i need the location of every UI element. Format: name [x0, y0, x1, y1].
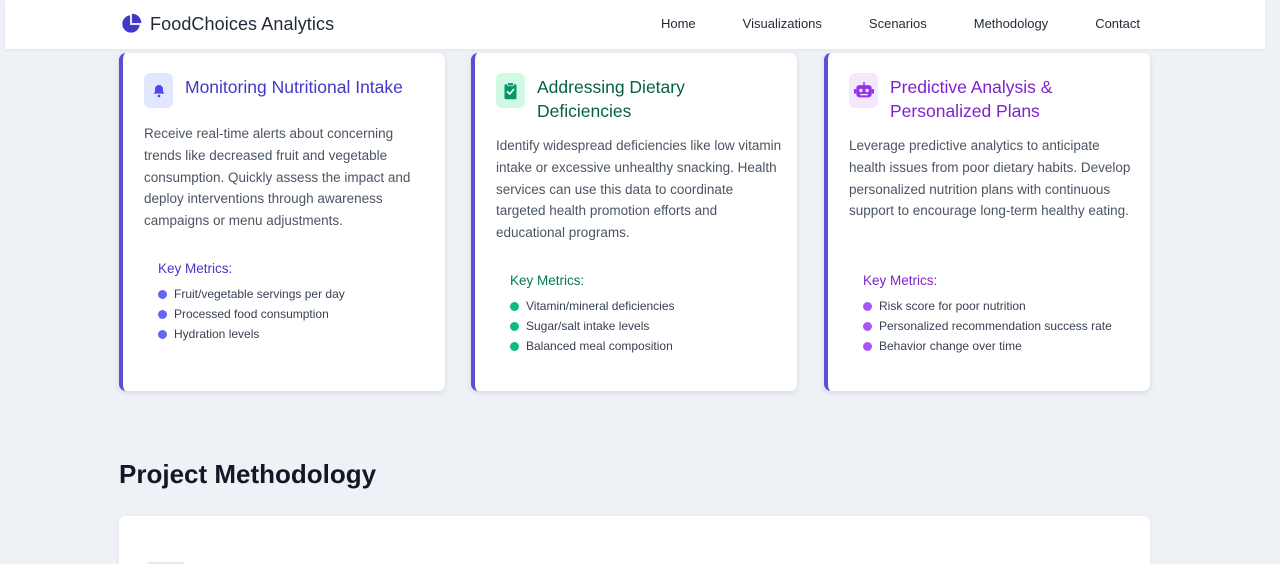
metric-label: Vitamin/mineral deficiencies [526, 299, 675, 313]
key-metrics: Key Metrics: Vitamin/mineral deficiencie… [510, 273, 780, 357]
nav-methodology[interactable]: Methodology [974, 16, 1048, 31]
list-item: Balanced meal composition [510, 336, 780, 356]
nav-contact[interactable]: Contact [1095, 16, 1140, 31]
card-title: Predictive Analysis & Personalized Plans [890, 77, 1053, 121]
metrics-heading: Key Metrics: [863, 273, 938, 288]
metric-label: Sugar/salt intake levels [526, 319, 650, 334]
card-description: Identify widespread deficiencies like lo… [496, 138, 782, 241]
brand-logo[interactable]: FoodChoices Analytics [120, 12, 334, 36]
bullet-dot [158, 289, 167, 299]
bell-icon [144, 73, 173, 108]
metric-label: Hydration levels [174, 327, 260, 342]
key-metrics: Key Metrics: Fruit/vegetable servings pe… [158, 261, 428, 345]
metric-label: Balanced meal composition [526, 339, 673, 354]
card-title: Addressing Dietary Deficiencies [537, 77, 685, 121]
nav-scenarios[interactable]: Scenarios [869, 16, 927, 31]
metric-label: Personalized recommendation success rate [879, 319, 1112, 334]
bullet-dot [510, 321, 519, 331]
key-metrics: Key Metrics: Risk score for poor nutriti… [863, 273, 1133, 357]
metric-label: Fruit/vegetable servings per day [174, 287, 345, 301]
bullet-dot [510, 342, 519, 351]
bullet-dot [863, 321, 872, 331]
list-item: Personalized recommendation success rate [863, 316, 1133, 336]
main-nav: Home Visualizations Scenarios Methodolog… [661, 16, 1140, 31]
bullet-dot [863, 342, 872, 351]
bullet-dot [510, 301, 519, 311]
top-navbar: FoodChoices Analytics Home Visualization… [5, 0, 1265, 49]
list-item: Sugar/salt intake levels [510, 316, 780, 336]
robot-icon [849, 73, 878, 108]
metrics-heading: Key Metrics: [510, 273, 585, 288]
card-predictive: Predictive Analysis & Personalized Plans… [824, 53, 1150, 391]
card-deficiencies: Addressing Dietary Deficiencies Identify… [471, 53, 797, 391]
list-item: Risk score for poor nutrition [863, 296, 1133, 316]
card-description: Leverage predictive analytics to anticip… [849, 138, 1131, 219]
list-item: Processed food consumption [158, 304, 428, 324]
metric-label: Processed food consumption [174, 307, 329, 322]
nav-home[interactable]: Home [661, 16, 696, 31]
pie-chart-icon [122, 13, 142, 33]
nav-visualizations[interactable]: Visualizations [743, 16, 822, 31]
brand-name: FoodChoices Analytics [150, 13, 335, 34]
list-item: Fruit/vegetable servings per day [158, 284, 428, 304]
bullet-dot [863, 301, 872, 311]
card-title: Monitoring Nutritional Intake [185, 77, 403, 97]
card-description: Receive real-time alerts about concernin… [144, 126, 411, 229]
list-item: Behavior change over time [863, 336, 1133, 356]
metrics-heading: Key Metrics: [158, 261, 233, 276]
clipboard-check-icon [496, 73, 525, 108]
list-item: Vitamin/mineral deficiencies [510, 296, 780, 316]
bullet-dot [158, 330, 167, 339]
list-item: Hydration levels [158, 324, 428, 344]
card-monitoring: Monitoring Nutritional Intake Receive re… [119, 53, 445, 391]
methodology-card [119, 516, 1150, 564]
bullet-dot [158, 309, 167, 319]
metric-label: Risk score for poor nutrition [879, 299, 1026, 313]
scenario-cards: Monitoring Nutritional Intake Receive re… [119, 53, 1150, 391]
section-heading-methodology: Project Methodology [119, 459, 377, 489]
metric-label: Behavior change over time [879, 339, 1022, 354]
